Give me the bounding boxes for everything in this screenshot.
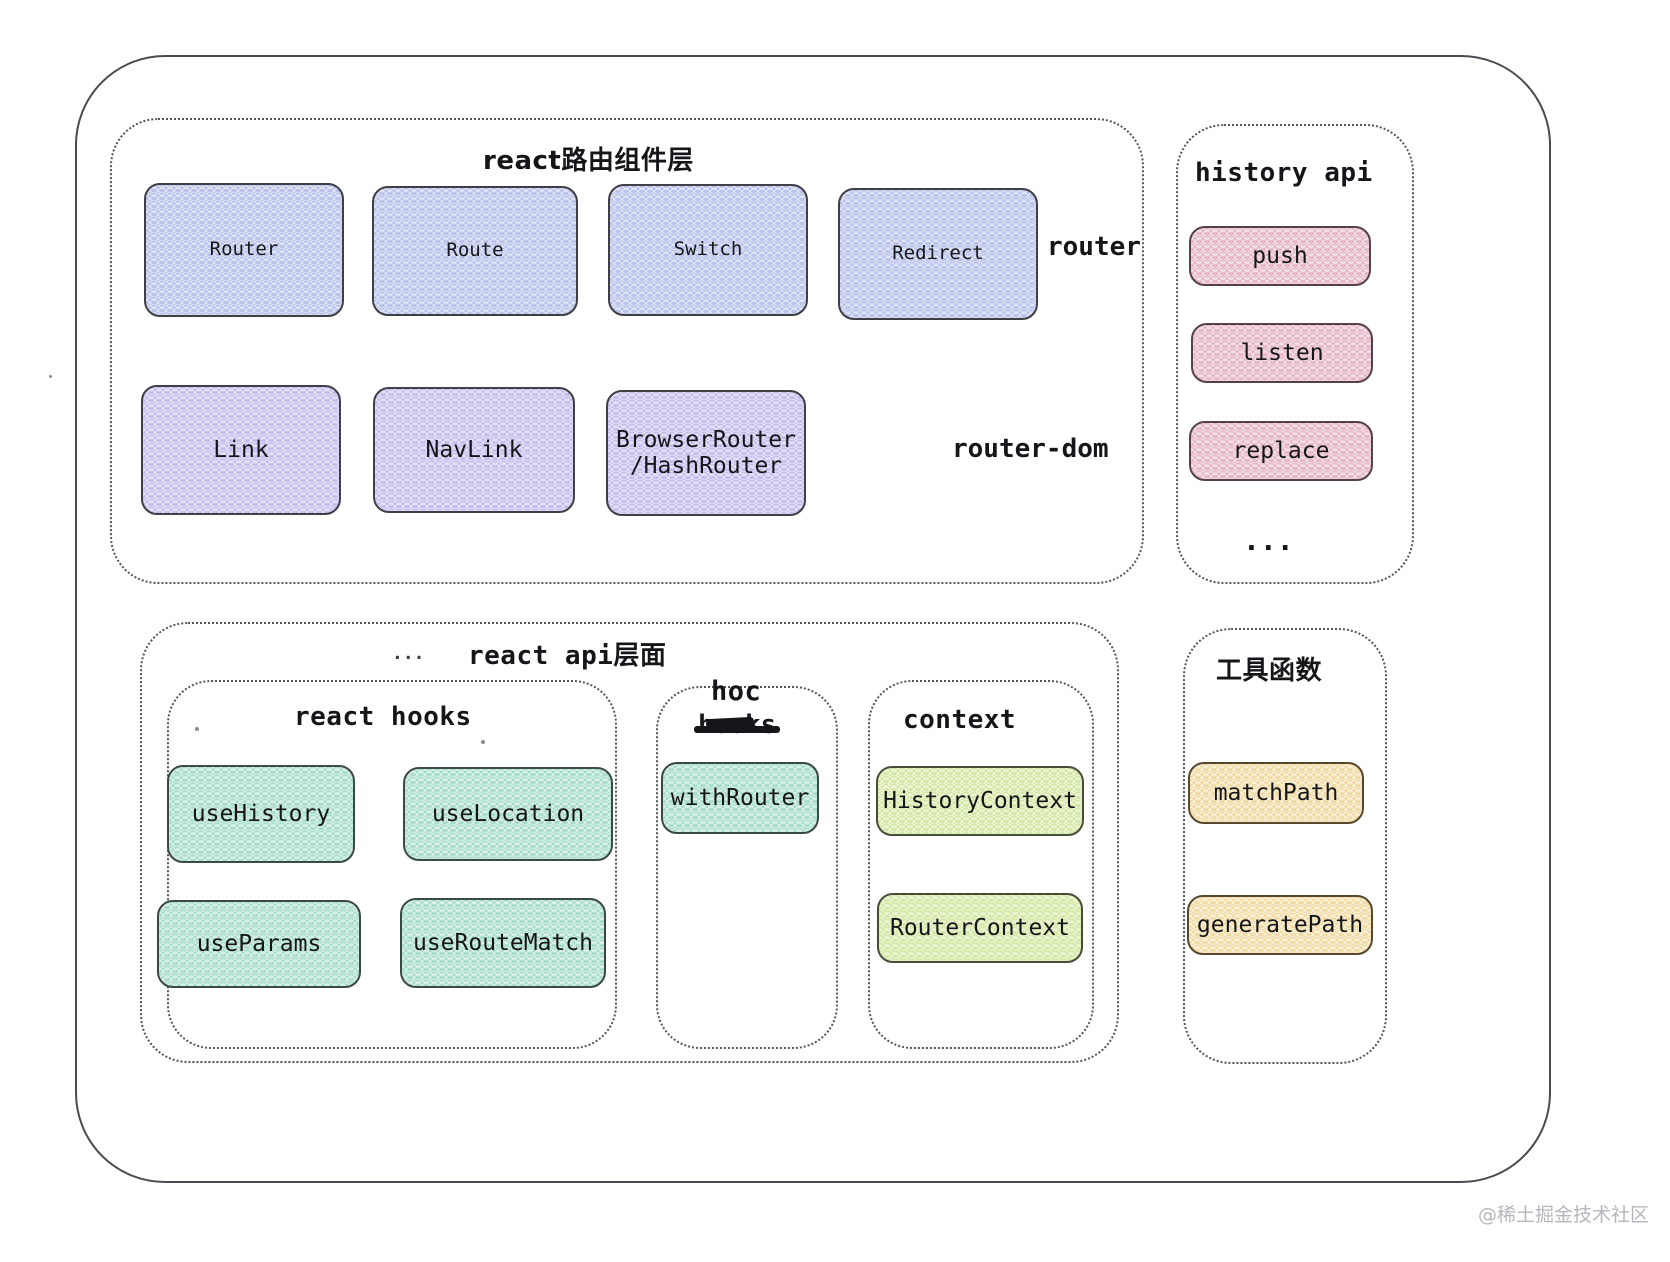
node-label: replace: [1232, 437, 1330, 464]
node-label: Redirect: [892, 242, 984, 265]
group-title-react-hooks: react hooks: [294, 702, 472, 732]
node-label: BrowserRouter /HashRouter: [615, 426, 796, 479]
node-label: RouterContext: [889, 914, 1070, 941]
node-redirect[interactable]: Redirect: [838, 188, 1038, 320]
api-layer-more-ellipsis: ...: [392, 643, 425, 664]
node-label: Route: [446, 239, 504, 262]
node-label: HistoryContext: [883, 787, 1077, 814]
label-router-dom: router-dom: [952, 434, 1109, 464]
speck-dot: [49, 375, 52, 378]
node-generatepath[interactable]: generatePath: [1187, 895, 1373, 955]
speck-dot: [195, 727, 199, 731]
history-api-more-ellipsis: ...: [1243, 524, 1294, 557]
node-browserrouter-hashrouter[interactable]: BrowserRouter /HashRouter: [606, 390, 806, 516]
group-title-hoc: hoc: [711, 676, 762, 707]
node-label: generatePath: [1196, 911, 1364, 938]
node-label: Router: [209, 238, 279, 261]
node-label: listen: [1240, 339, 1324, 366]
node-label: matchPath: [1213, 779, 1339, 806]
node-label: withRouter: [670, 784, 810, 811]
group-context: [868, 680, 1094, 1049]
node-listen[interactable]: listen: [1191, 323, 1373, 383]
label-router: router: [1047, 232, 1141, 262]
diagram-canvas: react路由组件层 Router Route Switch Redirect …: [0, 0, 1670, 1262]
speck-dot: [481, 740, 485, 744]
group-title-history-api: history api: [1195, 158, 1373, 188]
node-label: NavLink: [425, 436, 523, 463]
node-historycontext[interactable]: HistoryContext: [876, 766, 1084, 836]
group-title-utils: 工具函数: [1216, 656, 1323, 686]
node-route[interactable]: Route: [372, 186, 578, 316]
node-routercontext[interactable]: RouterContext: [877, 893, 1083, 963]
node-label: useLocation: [431, 800, 585, 827]
node-navlink[interactable]: NavLink: [373, 387, 575, 513]
node-switch[interactable]: Switch: [608, 184, 808, 316]
node-useroutematch[interactable]: useRouteMatch: [400, 898, 606, 988]
group-title-component-layer: react路由组件层: [483, 146, 694, 176]
node-router[interactable]: Router: [144, 183, 344, 317]
node-usehistory[interactable]: useHistory: [167, 765, 355, 863]
group-title-context: context: [903, 705, 1017, 735]
group-utils: [1183, 628, 1387, 1064]
node-push[interactable]: push: [1189, 226, 1371, 286]
group-react-hooks: [167, 680, 617, 1049]
node-label: Switch: [673, 238, 743, 261]
node-label: push: [1252, 242, 1308, 269]
node-label: Link: [213, 436, 269, 463]
node-label: useParams: [196, 930, 322, 957]
group-title-hoc-struck: hooks: [693, 710, 781, 740]
node-replace[interactable]: replace: [1189, 421, 1373, 481]
watermark: @稀土掘金技术社区: [1478, 1204, 1650, 1226]
node-label: useRouteMatch: [412, 929, 593, 956]
node-uselocation[interactable]: useLocation: [403, 767, 613, 861]
group-hoc: [656, 686, 838, 1049]
node-withrouter[interactable]: withRouter: [661, 762, 819, 834]
struck-text: hooks: [693, 710, 781, 740]
node-matchpath[interactable]: matchPath: [1188, 762, 1364, 824]
group-title-api-layer: react api层面: [468, 641, 667, 671]
node-link[interactable]: Link: [141, 385, 341, 515]
node-useparams[interactable]: useParams: [157, 900, 361, 988]
node-label: useHistory: [191, 800, 331, 827]
